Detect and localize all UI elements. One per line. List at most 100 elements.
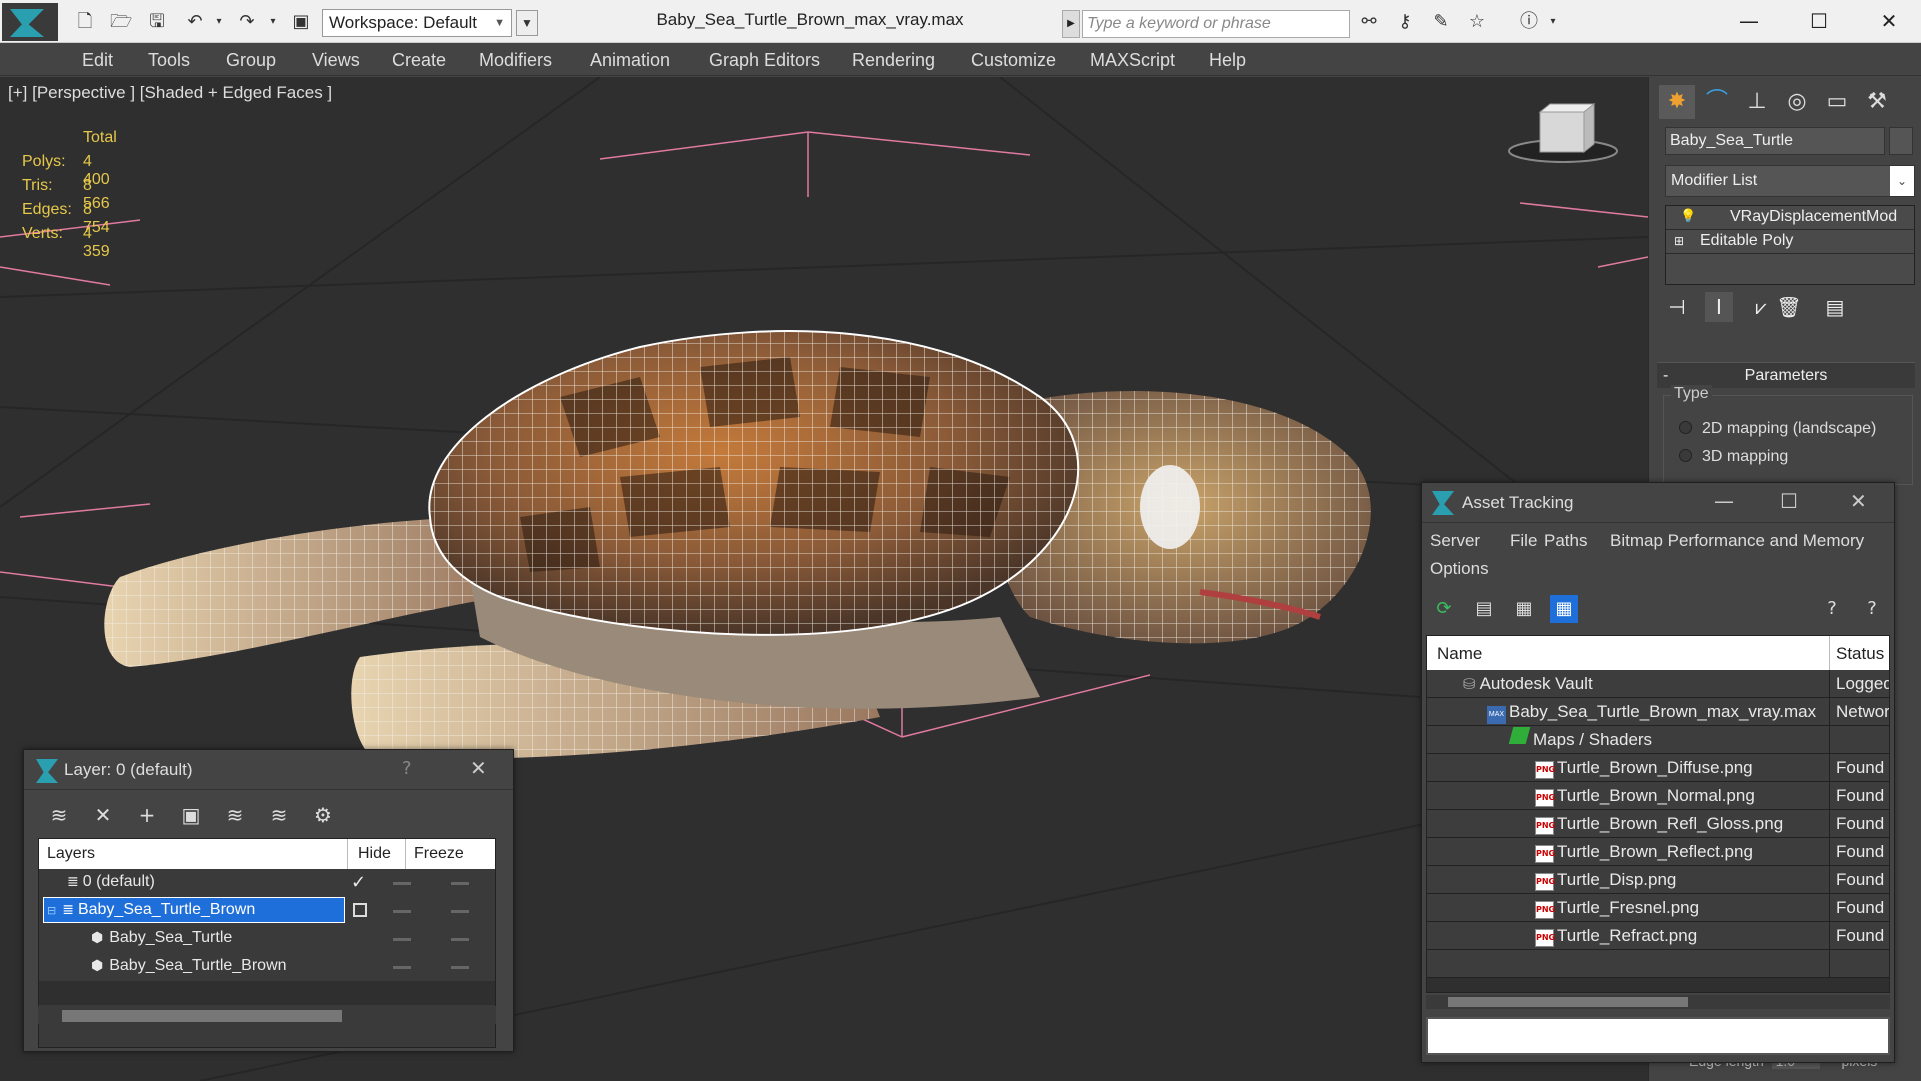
- menu-views[interactable]: Views: [312, 50, 360, 71]
- layer-row-selected[interactable]: ⊟ ≣ Baby_Sea_Turtle_Brown: [39, 897, 495, 925]
- table-row[interactable]: PNG Turtle_Brown_Diffuse.png Found: [1427, 754, 1889, 782]
- undo-icon[interactable]: ↶: [184, 12, 206, 32]
- workspace-menu-button[interactable]: ▼: [516, 10, 538, 36]
- show-end-result-icon[interactable]: Ⅰ: [1705, 292, 1733, 322]
- radio-3d-mapping[interactable]: 3D mapping: [1679, 448, 1788, 466]
- menu-help[interactable]: Help: [1209, 50, 1246, 71]
- remove-modifier-icon[interactable]: 🗑: [1775, 292, 1803, 322]
- active-layer-check-icon[interactable]: ✓: [351, 869, 366, 895]
- table-row[interactable]: PNG Turtle_Refract.png Found: [1427, 922, 1889, 950]
- lightbulb-icon[interactable]: 💡: [1680, 206, 1696, 228]
- search-expand-button[interactable]: ▶: [1062, 10, 1080, 38]
- new-file-icon[interactable]: 🗋: [74, 12, 96, 32]
- undo-dropdown-icon[interactable]: ▾: [208, 12, 230, 32]
- hide-toggle[interactable]: [393, 938, 411, 941]
- menu-animation[interactable]: Animation: [590, 50, 670, 71]
- project-folder-icon[interactable]: ▣: [290, 12, 312, 32]
- help-icon[interactable]: ⓘ: [1518, 12, 1540, 32]
- set-active-checkbox[interactable]: [353, 903, 367, 917]
- table-row[interactable]: ⛁ Autodesk Vault Logged: [1427, 670, 1889, 698]
- object-color-swatch[interactable]: [1889, 127, 1913, 155]
- menu-customize[interactable]: Customize: [971, 50, 1056, 71]
- communication-icon[interactable]: ✎: [1430, 12, 1452, 32]
- delete-layer-icon[interactable]: ✕: [88, 800, 118, 830]
- display-tab-icon[interactable]: ▭: [1819, 85, 1855, 119]
- menu-bitmap-performance[interactable]: Bitmap Performance and Memory: [1610, 531, 1864, 551]
- create-tab-icon[interactable]: ✸: [1659, 85, 1695, 119]
- redo-dropdown-icon[interactable]: ▾: [262, 12, 284, 32]
- freeze-toggle[interactable]: [451, 966, 469, 969]
- table-row[interactable]: Maps / Shaders: [1427, 726, 1889, 754]
- open-file-icon[interactable]: 🗁: [110, 12, 132, 32]
- add-to-layer-icon[interactable]: +: [132, 800, 162, 830]
- create-layer-icon[interactable]: ≋: [44, 800, 74, 830]
- utilities-tab-icon[interactable]: ⚒: [1859, 85, 1895, 119]
- layer-row[interactable]: ≣ 0 (default) ✓: [39, 869, 495, 897]
- search-input[interactable]: Type a keyword or phrase: [1082, 10, 1350, 38]
- stack-item-vray-displacement[interactable]: 💡 VRayDisplacementMod: [1666, 206, 1914, 230]
- make-unique-icon[interactable]: ⩗: [1747, 292, 1775, 322]
- scrollbar-thumb[interactable]: [62, 1010, 342, 1022]
- horizontal-scrollbar[interactable]: [1426, 995, 1890, 1009]
- scrollbar-thumb[interactable]: [1448, 997, 1688, 1007]
- menu-server[interactable]: Server: [1430, 531, 1480, 551]
- expand-plus-icon[interactable]: ⊞: [1674, 230, 1684, 252]
- menu-create[interactable]: Create: [392, 50, 446, 71]
- table-row[interactable]: PNG Turtle_Disp.png Found: [1427, 866, 1889, 894]
- help-button[interactable]: ?: [402, 758, 412, 779]
- column-freeze[interactable]: Freeze: [405, 839, 495, 869]
- dialog-title-bar[interactable]: Asset Tracking — ☐ ✕: [1422, 483, 1894, 523]
- freeze-toggle[interactable]: [451, 938, 469, 941]
- column-hide[interactable]: Hide: [347, 839, 405, 869]
- layer-row[interactable]: ⬢ Baby_Sea_Turtle_Brown: [39, 953, 495, 981]
- key-icon[interactable]: ⚷: [1394, 12, 1416, 32]
- table-row[interactable]: PNG Turtle_Brown_Normal.png Found: [1427, 782, 1889, 810]
- menu-options[interactable]: Options: [1430, 559, 1489, 579]
- redo-icon[interactable]: ↷: [236, 12, 258, 32]
- table-view-icon[interactable]: ▦: [1550, 595, 1578, 623]
- binoculars-icon[interactable]: ⚯: [1358, 12, 1380, 32]
- collapse-icon[interactable]: ⊟: [47, 905, 56, 917]
- motion-tab-icon[interactable]: ◎: [1779, 85, 1815, 119]
- workspace-select[interactable]: Workspace: Default ▼: [322, 9, 512, 37]
- maximize-button[interactable]: ☐: [1780, 489, 1798, 513]
- radio-2d-mapping[interactable]: 2D mapping (landscape): [1679, 420, 1876, 438]
- menu-graph-editors[interactable]: Graph Editors: [709, 50, 820, 71]
- dialog-title-bar[interactable]: Layer: 0 (default) ? ✕: [24, 750, 513, 790]
- asset-path-input[interactable]: [1426, 1017, 1890, 1055]
- menu-modifiers[interactable]: Modifiers: [479, 50, 552, 71]
- configure-modifier-sets-icon[interactable]: ▤: [1821, 292, 1849, 322]
- hide-toggle[interactable]: [393, 966, 411, 969]
- app-logo-button[interactable]: [2, 3, 58, 41]
- help-icon[interactable]: ?: [1858, 595, 1886, 623]
- favorites-star-icon[interactable]: ☆: [1466, 12, 1488, 32]
- table-row[interactable]: PNG Turtle_Brown_Reflect.png Found: [1427, 838, 1889, 866]
- horizontal-scrollbar[interactable]: [38, 1006, 496, 1024]
- viewport-label[interactable]: [+] [Perspective ] [Shaded + Edged Faces…: [8, 83, 332, 103]
- select-in-layer-icon[interactable]: ▣: [176, 800, 206, 830]
- help-dropdown-icon[interactable]: ▾: [1542, 12, 1564, 32]
- freeze-toggle[interactable]: [451, 882, 469, 885]
- table-row[interactable]: PNG Turtle_Fresnel.png Found: [1427, 894, 1889, 922]
- layer-properties-icon[interactable]: ⚙: [308, 800, 338, 830]
- menu-rendering[interactable]: Rendering: [852, 50, 935, 71]
- modifier-list-dropdown[interactable]: Modifier List ⌄: [1665, 165, 1915, 197]
- viewcube-icon[interactable]: [1508, 102, 1618, 163]
- object-name-field[interactable]: Baby_Sea_Turtle: [1665, 127, 1885, 155]
- column-layers[interactable]: Layers: [47, 845, 95, 863]
- set-current-layer-icon[interactable]: ≋: [264, 800, 294, 830]
- menu-paths[interactable]: Paths: [1544, 531, 1587, 551]
- menu-group[interactable]: Group: [226, 50, 276, 71]
- menu-file[interactable]: File: [1510, 531, 1537, 551]
- hide-toggle[interactable]: [393, 882, 411, 885]
- stack-item-editable-poly[interactable]: ⊞ Editable Poly: [1666, 230, 1914, 254]
- minimize-button[interactable]: —: [1714, 489, 1734, 513]
- menu-edit[interactable]: Edit: [82, 50, 113, 71]
- menu-maxscript[interactable]: MAXScript: [1090, 50, 1175, 71]
- refresh-icon[interactable]: ⟳: [1430, 595, 1458, 623]
- table-row[interactable]: PNG Turtle_Brown_Refl_Gloss.png Found: [1427, 810, 1889, 838]
- pin-stack-icon[interactable]: ⊣: [1663, 292, 1691, 322]
- close-button[interactable]: ✕: [470, 756, 487, 780]
- select-layer-icon[interactable]: ≋: [220, 800, 250, 830]
- freeze-toggle[interactable]: [451, 910, 469, 913]
